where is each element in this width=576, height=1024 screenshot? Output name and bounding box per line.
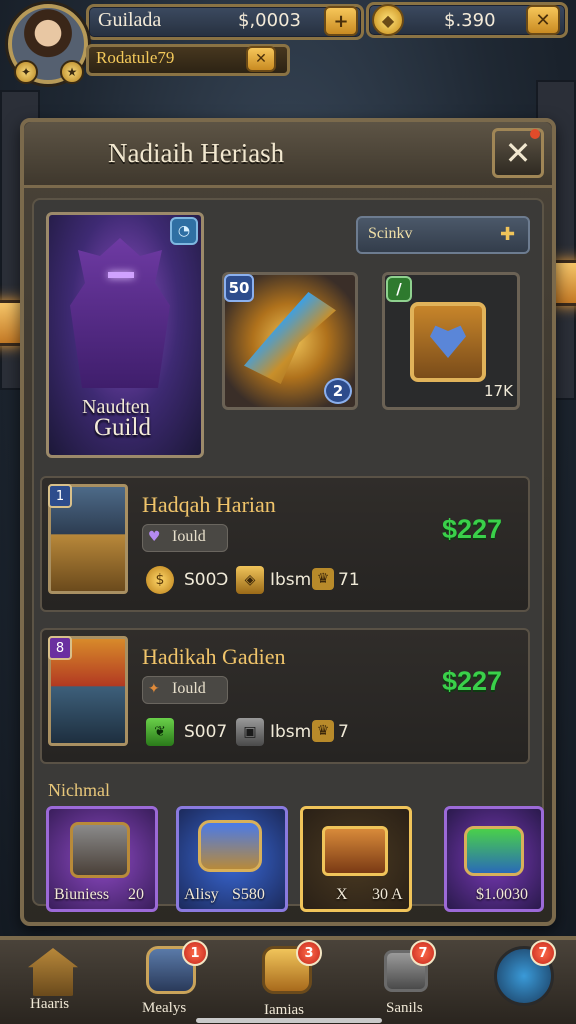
sub-action-button[interactable]: ✕ bbox=[246, 46, 276, 72]
nav-badge-count: 7 bbox=[538, 945, 548, 961]
weapon-corner-badge: 2 bbox=[324, 378, 352, 404]
weapon-level-text: 50 bbox=[228, 279, 250, 297]
item-name: X bbox=[336, 886, 348, 903]
relic-type-badge: / bbox=[386, 276, 412, 302]
coin-stat-icon: $ bbox=[146, 566, 174, 594]
avatar-rank-icon: ✦ bbox=[14, 60, 38, 84]
gauntlet-icon bbox=[198, 820, 262, 872]
item-value: 30 A bbox=[372, 886, 403, 903]
hero-stat-power: Ibsm bbox=[270, 570, 312, 590]
hero-tag: Iould bbox=[172, 680, 206, 697]
potion-launcher-icon bbox=[464, 826, 524, 876]
item-value: $1.0030 bbox=[476, 886, 528, 903]
item-value: S580 bbox=[232, 886, 265, 903]
nav-label-home: Haaris bbox=[30, 996, 70, 1012]
hero-rank-text: 1 bbox=[55, 488, 65, 504]
nav-badge: 3 bbox=[296, 940, 322, 966]
nav-badge: 1 bbox=[182, 940, 208, 966]
nav-badge: 7 bbox=[530, 940, 556, 966]
treasure-chest-icon bbox=[322, 826, 388, 876]
relic-count: 17K bbox=[484, 382, 513, 400]
cannon-icon bbox=[70, 822, 130, 878]
hero-stat-level: 71 bbox=[338, 570, 360, 590]
leaf-stat-icon: ❦ bbox=[146, 718, 174, 746]
nav-label-settings: Sanils bbox=[386, 1000, 423, 1016]
sort-arrow-icon: ✚ bbox=[500, 224, 516, 245]
currency-primary: $,0003 bbox=[238, 10, 301, 31]
crown-stat-icon: ♛ bbox=[312, 720, 334, 742]
close-hud-button[interactable]: ✕ bbox=[526, 5, 560, 35]
hero-rank-badge: 1 bbox=[48, 484, 72, 508]
nav-badge-count: 3 bbox=[304, 945, 314, 961]
guild-info-icon[interactable]: ◔ bbox=[170, 217, 198, 245]
guild-card-label-bottom: Guild bbox=[94, 414, 151, 441]
guild-tag: Rodatule79 bbox=[96, 48, 175, 67]
currency-secondary: $.390 bbox=[444, 10, 496, 31]
hero-stat-level: 7 bbox=[338, 722, 349, 742]
item-name: Alisy bbox=[184, 886, 219, 903]
avatar-level-icon: ★ bbox=[60, 60, 84, 84]
add-currency-button[interactable]: + bbox=[324, 6, 358, 36]
sort-dropdown-label: Scinkv bbox=[368, 225, 413, 242]
hero-price[interactable]: $227 bbox=[442, 666, 502, 697]
relic-type-text: / bbox=[396, 280, 402, 298]
panel-title-bar bbox=[24, 122, 552, 188]
hero-rank-badge: 8 bbox=[48, 636, 72, 660]
item-name: Biuniess bbox=[54, 886, 110, 903]
crown-stat-icon: ♛ bbox=[312, 568, 334, 590]
hero-price[interactable]: $227 bbox=[442, 514, 502, 545]
hero-rank-text: 8 bbox=[55, 640, 65, 656]
armor-stat-icon: ▣ bbox=[236, 718, 264, 746]
shield-stat-icon: ◈ bbox=[236, 566, 264, 594]
nav-badge: 7 bbox=[410, 940, 436, 966]
notification-dot bbox=[530, 129, 540, 139]
hero-stat-gold: S007 bbox=[184, 722, 228, 742]
nav-badge-count: 1 bbox=[190, 945, 200, 961]
nav-label-shop: Iamias bbox=[264, 1002, 304, 1018]
guild-warrior-eyes bbox=[108, 272, 134, 278]
panel-title: Nadiaih Heriash bbox=[108, 138, 285, 168]
hero-stat-gold: S00Ɔ bbox=[184, 570, 229, 590]
hero-name: Hadikah Gadien bbox=[142, 644, 286, 669]
heart-tag-icon: ♥ bbox=[148, 529, 161, 545]
gem-icon: ◆ bbox=[372, 4, 404, 36]
item-value: 20 bbox=[128, 886, 144, 903]
hero-stat-power: Ibsm bbox=[270, 722, 312, 742]
hero-name: Hadqah Harian bbox=[142, 492, 276, 517]
active-tab-indicator bbox=[196, 1018, 382, 1023]
close-icon: ✕ bbox=[504, 134, 532, 172]
weapon-level-badge: 50 bbox=[224, 274, 254, 302]
section-label: Nichmal bbox=[48, 780, 110, 800]
guild-warrior-art bbox=[70, 238, 170, 388]
hero-tag: Iould bbox=[172, 528, 206, 545]
nav-label-heroes: Mealys bbox=[142, 1000, 187, 1016]
player-name: Guilada bbox=[98, 9, 162, 31]
fire-tag-icon: ✦ bbox=[148, 681, 160, 697]
nav-badge-count: 7 bbox=[418, 945, 428, 961]
weapon-corner-text: 2 bbox=[332, 382, 344, 400]
